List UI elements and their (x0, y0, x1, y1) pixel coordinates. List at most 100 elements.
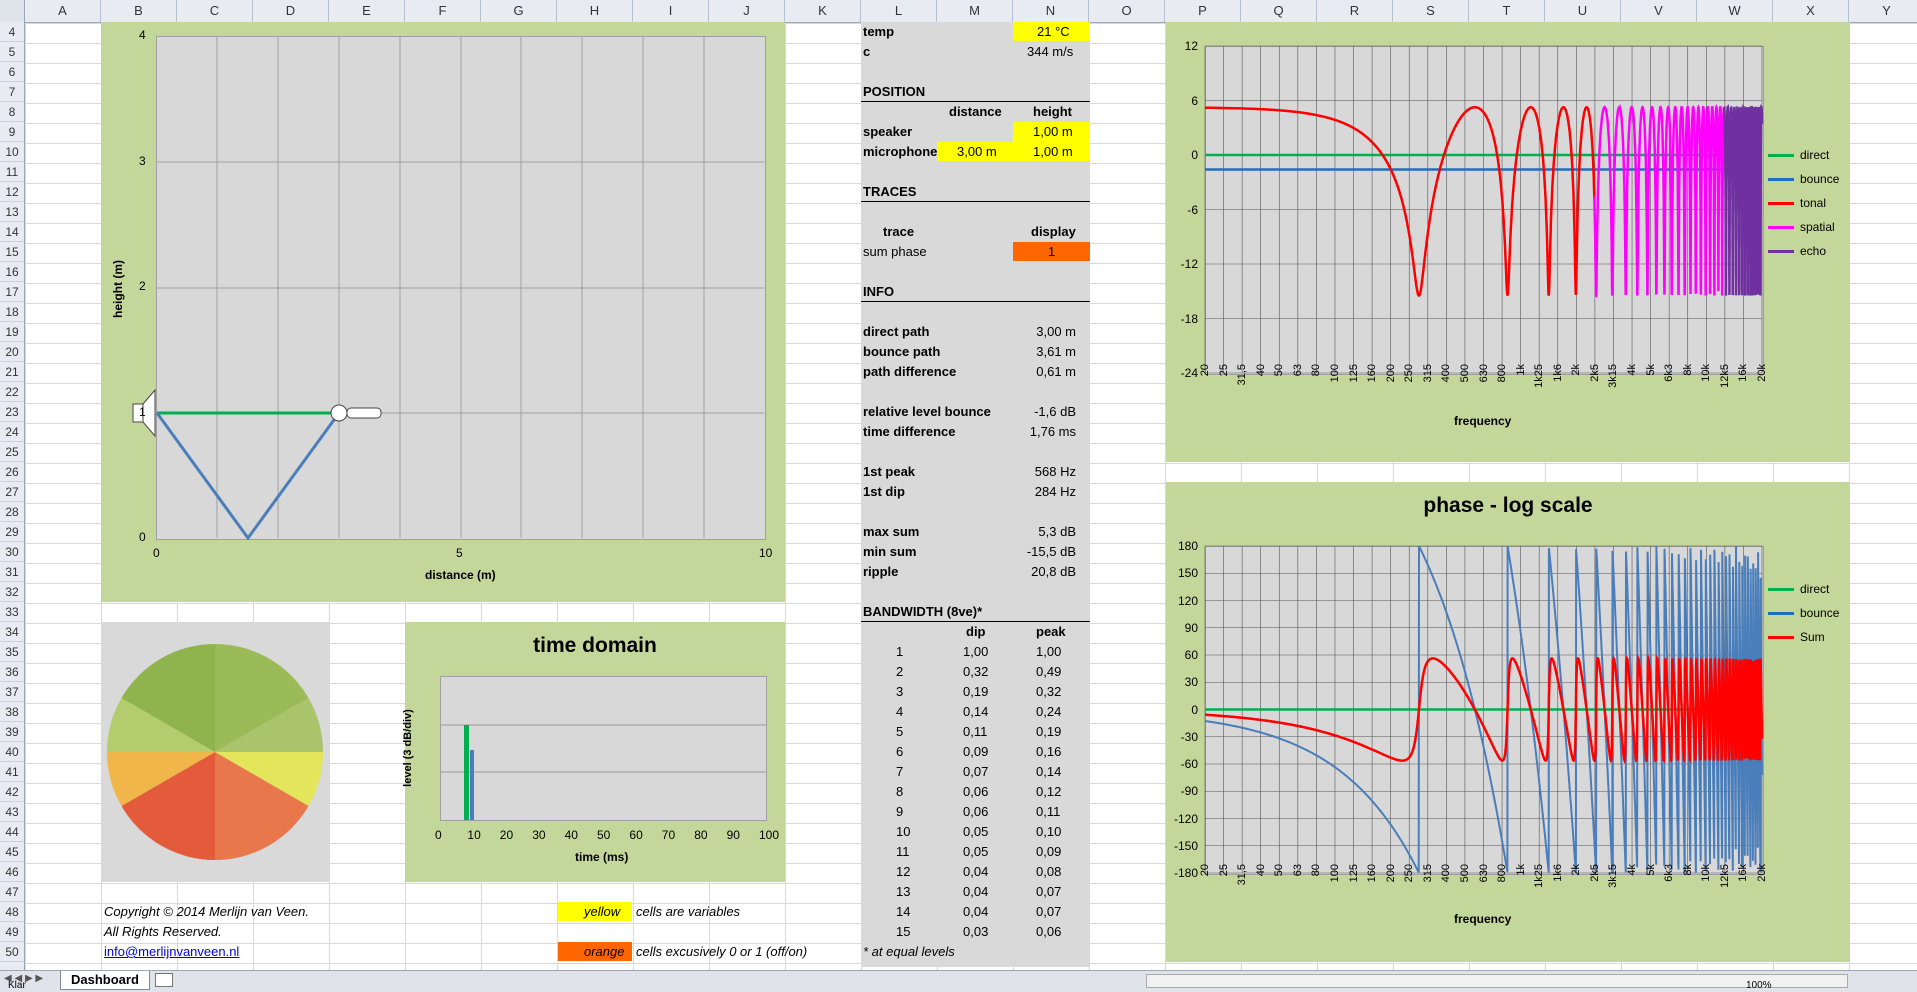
row-header-16[interactable]: 16 (0, 262, 24, 282)
row-header-32[interactable]: 32 (0, 582, 24, 602)
select-all-corner[interactable] (0, 0, 25, 22)
column-header-R[interactable]: R (1317, 0, 1393, 22)
column-header-C[interactable]: C (177, 0, 253, 22)
row-header-6[interactable]: 6 (0, 62, 24, 82)
microphone-distance[interactable]: 3,00 m (957, 144, 997, 159)
bandwidth-dip: 0,14 (963, 704, 989, 719)
row-header-26[interactable]: 26 (0, 462, 24, 482)
row-header-37[interactable]: 37 (0, 682, 24, 702)
row-header-48[interactable]: 48 (0, 902, 24, 922)
row-header-49[interactable]: 49 (0, 922, 24, 942)
row-header-34[interactable]: 34 (0, 622, 24, 642)
column-header-T[interactable]: T (1469, 0, 1545, 22)
row-header-15[interactable]: 15 (0, 242, 24, 262)
column-header-E[interactable]: E (329, 0, 405, 22)
row-header-36[interactable]: 36 (0, 662, 24, 682)
bandwidth-index: 3 (896, 684, 904, 699)
row-header-30[interactable]: 30 (0, 542, 24, 562)
row-header-31[interactable]: 31 (0, 562, 24, 582)
row-header-22[interactable]: 22 (0, 382, 24, 402)
row-header-39[interactable]: 39 (0, 722, 24, 742)
column-header-U[interactable]: U (1545, 0, 1621, 22)
row-header-29[interactable]: 29 (0, 522, 24, 542)
row-header-5[interactable]: 5 (0, 42, 24, 62)
column-header-P[interactable]: P (1165, 0, 1241, 22)
column-header-L[interactable]: L (861, 0, 937, 22)
bandwidth-peak: 0,08 (1036, 864, 1062, 879)
column-header-H[interactable]: H (557, 0, 633, 22)
row-header-28[interactable]: 28 (0, 502, 24, 522)
column-header-I[interactable]: I (633, 0, 709, 22)
phase-xtick: 400 (1440, 864, 1453, 883)
microphone-icon (330, 404, 382, 422)
column-header-V[interactable]: V (1621, 0, 1697, 22)
row-header-9[interactable]: 9 (0, 122, 24, 142)
row-header-18[interactable]: 18 (0, 302, 24, 322)
row-header-8[interactable]: 8 (0, 102, 24, 122)
row-header-38[interactable]: 38 (0, 702, 24, 722)
row-header-46[interactable]: 46 (0, 862, 24, 882)
column-header-Q[interactable]: Q (1241, 0, 1317, 22)
column-header-J[interactable]: J (709, 0, 785, 22)
row-header-43[interactable]: 43 (0, 802, 24, 822)
column-header-X[interactable]: X (1773, 0, 1849, 22)
row-header-40[interactable]: 40 (0, 742, 24, 762)
row-header-44[interactable]: 44 (0, 822, 24, 842)
row-header-11[interactable]: 11 (0, 162, 24, 182)
row-header-4[interactable]: 4 (0, 22, 24, 42)
row-header-47[interactable]: 47 (0, 882, 24, 902)
row-header-45[interactable]: 45 (0, 842, 24, 862)
row-header-42[interactable]: 42 (0, 782, 24, 802)
speaker-height[interactable]: 1,00 m (1033, 124, 1073, 139)
sheet-tab-dashboard[interactable]: Dashboard (60, 971, 150, 990)
column-header-Y[interactable]: Y (1849, 0, 1917, 22)
column-header-M[interactable]: M (937, 0, 1013, 22)
column-header-B[interactable]: B (101, 0, 177, 22)
row-header-19[interactable]: 19 (0, 322, 24, 342)
row-header-50[interactable]: 50 (0, 942, 24, 962)
column-header-S[interactable]: S (1393, 0, 1469, 22)
magnitude-ytick: -18 (1180, 311, 1198, 326)
phase-ytick: 90 (1184, 620, 1198, 635)
column-header-W[interactable]: W (1697, 0, 1773, 22)
microphone-height[interactable]: 1,00 m (1033, 144, 1073, 159)
column-header-K[interactable]: K (785, 0, 861, 22)
magnitude-xtick: 6k3 (1663, 364, 1676, 382)
bandwidth-index: 4 (896, 704, 904, 719)
column-header-N[interactable]: N (1013, 0, 1089, 22)
row-header-12[interactable]: 12 (0, 182, 24, 202)
row-header-27[interactable]: 27 (0, 482, 24, 502)
display-col: display (1031, 224, 1076, 239)
row-header-25[interactable]: 25 (0, 442, 24, 462)
column-header-G[interactable]: G (481, 0, 557, 22)
trace-display[interactable]: 1 (1048, 244, 1055, 259)
temp-value[interactable]: 21 °C (1037, 24, 1070, 39)
row-header-10[interactable]: 10 (0, 142, 24, 162)
row-header-17[interactable]: 17 (0, 282, 24, 302)
column-header-F[interactable]: F (405, 0, 481, 22)
column-header-D[interactable]: D (253, 0, 329, 22)
magnitude-curves (1204, 45, 1764, 374)
column-header-A[interactable]: A (25, 0, 101, 22)
horizontal-scrollbar[interactable] (1146, 974, 1848, 988)
row-header-41[interactable]: 41 (0, 762, 24, 782)
bandwidth-peak: 0,10 (1036, 824, 1062, 839)
new-sheet-icon[interactable] (155, 973, 173, 987)
column-header-O[interactable]: O (1089, 0, 1165, 22)
row-header-24[interactable]: 24 (0, 422, 24, 442)
yellow-text: cells are variables (636, 904, 741, 919)
row-header-14[interactable]: 14 (0, 222, 24, 242)
row-header-13[interactable]: 13 (0, 202, 24, 222)
row-header-7[interactable]: 7 (0, 82, 24, 102)
email-link[interactable]: info@merlijnvanveen.nl (104, 944, 239, 959)
row-header-35[interactable]: 35 (0, 642, 24, 662)
magnitude-legend-item: echo (1768, 244, 1826, 258)
bandwidth-peak: 0,14 (1036, 764, 1062, 779)
info-value: 0,61 m (1036, 364, 1076, 379)
row-header-33[interactable]: 33 (0, 602, 24, 622)
geometry-ytick: 1 (139, 404, 146, 419)
info-label: max sum (863, 524, 920, 539)
row-header-20[interactable]: 20 (0, 342, 24, 362)
row-header-23[interactable]: 23 (0, 402, 24, 422)
row-header-21[interactable]: 21 (0, 362, 24, 382)
